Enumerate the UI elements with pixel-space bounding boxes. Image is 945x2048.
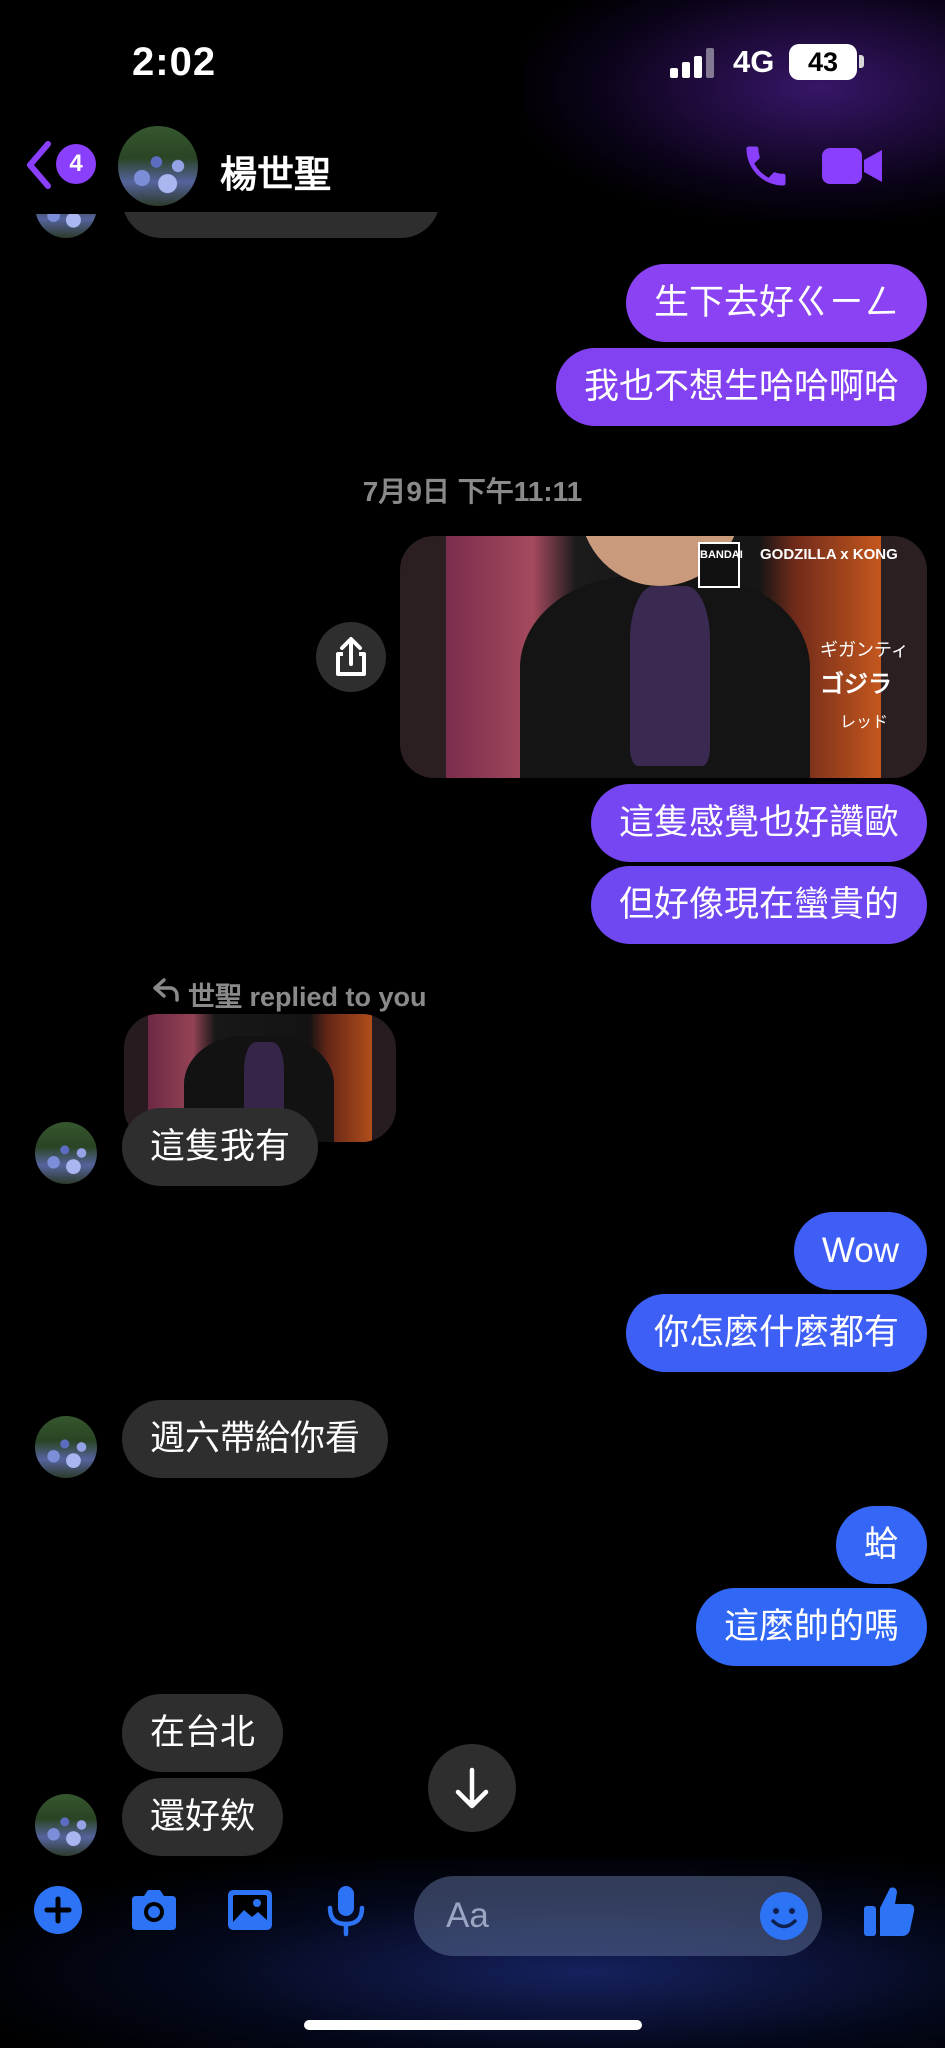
contact-avatar[interactable] [35,1122,97,1184]
unread-count-badge[interactable]: 4 [56,144,96,184]
shared-photo[interactable]: BANDAI GODZILLA x KONG ギガンティ ゴジラ レッド [400,536,927,778]
microphone-icon [327,1886,365,1937]
scroll-to-bottom-button[interactable] [428,1744,516,1832]
photo-caption-jp: ゴジラ [820,671,892,698]
reply-label: 世聖 replied to you [188,982,427,1012]
network-type: 4G [733,44,775,79]
status-time: 2:02 [132,40,217,84]
photo-title: GODZILLA x KONG [760,546,898,563]
message-bubble-outgoing[interactable]: Wow [793,1212,927,1290]
message-bubble-outgoing[interactable]: 蛤 [835,1506,927,1584]
smiley-icon [760,1892,808,1940]
thumbs-up-icon [864,1887,915,1936]
arrow-down-icon [455,1767,489,1809]
photo-figure [630,586,710,766]
battery-nub [859,55,864,68]
message-bubble-outgoing[interactable]: 這隻感覺也好讚歐 [590,784,927,862]
contact-avatar[interactable] [35,1416,97,1478]
message-bubble-incoming[interactable]: 週六帶給你看 [122,1400,389,1478]
message-bubble-outgoing[interactable]: 你怎麼什麼都有 [625,1294,927,1372]
message-input[interactable] [446,1876,746,1956]
emoji-button[interactable] [758,1890,810,1942]
message-bubble-incoming[interactable]: 這隻我有 [122,1108,319,1186]
share-button[interactable] [316,622,386,692]
camera-button[interactable] [124,1880,184,1940]
contact-avatar[interactable] [35,1794,97,1856]
image-icon [228,1890,272,1930]
add-button[interactable] [28,1880,88,1940]
message-bubble-outgoing[interactable]: 生下去好ㄍㄧㄥ [625,264,927,342]
video-camera-icon [822,148,882,184]
home-indicator[interactable] [304,2020,642,2030]
message-timestamp: 7月9日 下午11:11 [362,476,583,507]
message-bubble-incoming[interactable]: 還好欸 [122,1778,284,1856]
share-icon [336,637,366,676]
voice-message-button[interactable] [316,1880,376,1940]
message-bubble-outgoing[interactable]: 但好像現在蠻貴的 [590,866,927,944]
photo-caption-jp: ギガンティ [820,640,909,660]
photo-brand-logo: BANDAI [698,542,743,588]
like-button[interactable] [860,1880,918,1940]
camera-icon [132,1890,176,1930]
phone-icon [746,146,786,186]
chevron-left-icon [27,141,51,189]
message-bubble-incoming[interactable]: 在台北 [122,1694,284,1772]
message-bubble-outgoing[interactable]: 這麼帥的嗎 [695,1588,927,1666]
gallery-button[interactable] [220,1880,280,1940]
contact-avatar[interactable] [118,126,198,206]
message-bubble-outgoing[interactable]: 我也不想生哈哈啊哈 [555,348,927,426]
battery-icon: 43 [789,44,857,80]
contact-name[interactable]: 楊世聖 [220,144,331,198]
call-button[interactable] [740,140,792,192]
plus-circle-icon [34,1886,82,1934]
video-call-button[interactable] [820,140,884,192]
photo-caption-jp: レッド [840,714,889,731]
reply-icon [153,978,179,1002]
signal-icon [670,48,718,78]
